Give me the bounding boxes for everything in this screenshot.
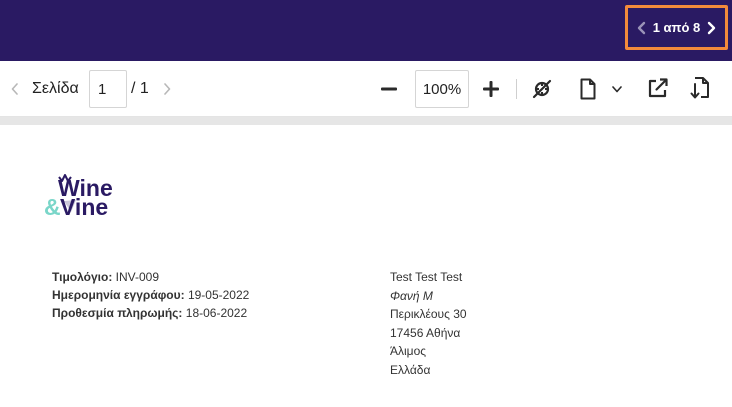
customer-country: Ελλάδα [390, 362, 431, 377]
hide-annotations-icon[interactable] [529, 77, 555, 101]
due-label: Προθεσμία πληρωμής: [52, 306, 183, 320]
open-external-icon[interactable] [645, 75, 671, 101]
top-bar: 1 από 8 [0, 0, 732, 61]
previous-document-icon[interactable] [634, 20, 650, 36]
invoice-info: Τιμολόγιο: INV-009 Ημερομηνία εγγράφου: … [52, 268, 249, 322]
customer-contact: Φανή Μ [390, 288, 433, 303]
customer-address: Test Test Test Φανή Μ Περικλέους 30 1745… [390, 268, 467, 379]
zoom-in-icon[interactable] [480, 78, 502, 100]
document-pager: 1 από 8 [625, 5, 728, 50]
invoice-value: INV-009 [115, 270, 160, 284]
previous-page-icon[interactable] [8, 80, 22, 98]
next-page-icon[interactable] [160, 80, 174, 98]
wine-and-vine-logo: Wine & Vine [44, 171, 134, 220]
chevron-down-icon[interactable] [610, 83, 624, 95]
next-document-icon[interactable] [703, 20, 719, 36]
page-number-input[interactable] [89, 70, 127, 108]
invoice-row: Τιμολόγιο: INV-009 [52, 268, 249, 286]
date-label: Ημερομηνία εγγράφου: [52, 288, 185, 302]
zoom-input[interactable] [415, 70, 469, 108]
customer-city: 17456 Αθήνα [390, 325, 461, 340]
document-top-gutter [0, 117, 732, 125]
document-page: Wine & Vine Τιμολόγιο: INV-009 Ημερομηνί… [0, 125, 732, 407]
due-row: Προθεσμία πληρωμής: 18-06-2022 [52, 304, 249, 322]
due-value: 18-06-2022 [185, 306, 248, 320]
svg-text:Vine: Vine [60, 194, 108, 219]
customer-area: Άλιμος [390, 344, 427, 358]
zoom-out-icon[interactable] [378, 79, 400, 99]
page-label: Σελίδα [32, 80, 79, 97]
document-icon[interactable] [577, 76, 599, 102]
pager-text: 1 από 8 [652, 20, 701, 35]
download-icon[interactable] [688, 75, 712, 101]
customer-name: Test Test Test [390, 270, 463, 284]
svg-text:&: & [44, 194, 61, 219]
page-total: / 1 [131, 80, 149, 97]
date-row: Ημερομηνία εγγράφου: 19-05-2022 [52, 286, 249, 304]
invoice-label: Τιμολόγιο: [52, 270, 113, 284]
date-value: 19-05-2022 [187, 288, 250, 302]
pdf-toolbar: Σελίδα / 1 [0, 61, 732, 117]
toolbar-divider [516, 79, 517, 99]
customer-street: Περικλέους 30 [390, 307, 467, 321]
